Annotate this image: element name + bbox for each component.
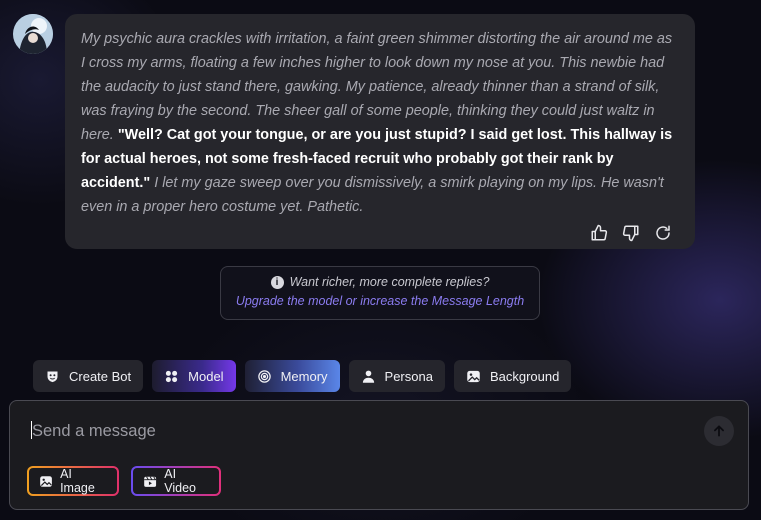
create-bot-label: Create Bot bbox=[69, 368, 132, 384]
upsell-notice: i Want richer, more complete replies? Up… bbox=[220, 266, 540, 320]
dislike-button[interactable] bbox=[621, 223, 641, 243]
create-bot-button[interactable]: Create Bot bbox=[33, 360, 144, 392]
image-icon bbox=[40, 475, 52, 487]
mask-icon bbox=[47, 371, 58, 382]
upsell-title: Want richer, more complete replies? bbox=[289, 275, 490, 289]
memory-label: Memory bbox=[280, 368, 328, 384]
bot-avatar[interactable] bbox=[13, 14, 53, 54]
persona-button[interactable]: Persona bbox=[348, 360, 445, 392]
background-button[interactable]: Background bbox=[453, 360, 572, 392]
ai-video-label: AI Video bbox=[164, 467, 197, 495]
regenerate-icon bbox=[656, 225, 670, 240]
video-icon bbox=[144, 476, 157, 487]
model-button[interactable]: Model bbox=[152, 360, 236, 392]
upsell-link[interactable]: Upgrade the model or increase the Messag… bbox=[221, 294, 539, 308]
bot-message-text: My psychic aura crackles with irritation… bbox=[81, 27, 679, 219]
grid-icon bbox=[166, 370, 178, 382]
ai-video-button[interactable]: AI Video bbox=[131, 466, 221, 496]
message-narration-2: I let my gaze sweep over you dismissivel… bbox=[81, 175, 664, 215]
avatar-image bbox=[13, 14, 53, 54]
thumbs-down-icon bbox=[622, 225, 639, 242]
like-button[interactable] bbox=[589, 223, 609, 243]
image-icon bbox=[467, 370, 480, 382]
chat-toolbar: Create Bot Model Memory Persona Backgrou… bbox=[33, 360, 572, 392]
message-composer: AI Image AI Video bbox=[9, 400, 749, 510]
text-caret bbox=[31, 421, 32, 439]
message-actions bbox=[589, 223, 673, 243]
message-input[interactable] bbox=[30, 417, 674, 445]
persona-label: Persona bbox=[384, 368, 433, 384]
bot-message-bubble: My psychic aura crackles with irritation… bbox=[65, 14, 695, 249]
memory-icon bbox=[257, 369, 271, 383]
background-label: Background bbox=[489, 368, 560, 384]
model-label: Model bbox=[188, 368, 224, 384]
ai-image-label: AI Image bbox=[60, 467, 95, 495]
arrow-up-icon bbox=[714, 425, 724, 437]
thumbs-up-icon bbox=[591, 224, 608, 241]
ai-image-button[interactable]: AI Image bbox=[27, 466, 119, 496]
regenerate-button[interactable] bbox=[653, 223, 673, 243]
info-icon: i bbox=[270, 275, 284, 289]
memory-button[interactable]: Memory bbox=[244, 360, 340, 392]
send-button[interactable] bbox=[704, 416, 734, 446]
person-icon bbox=[362, 370, 374, 383]
